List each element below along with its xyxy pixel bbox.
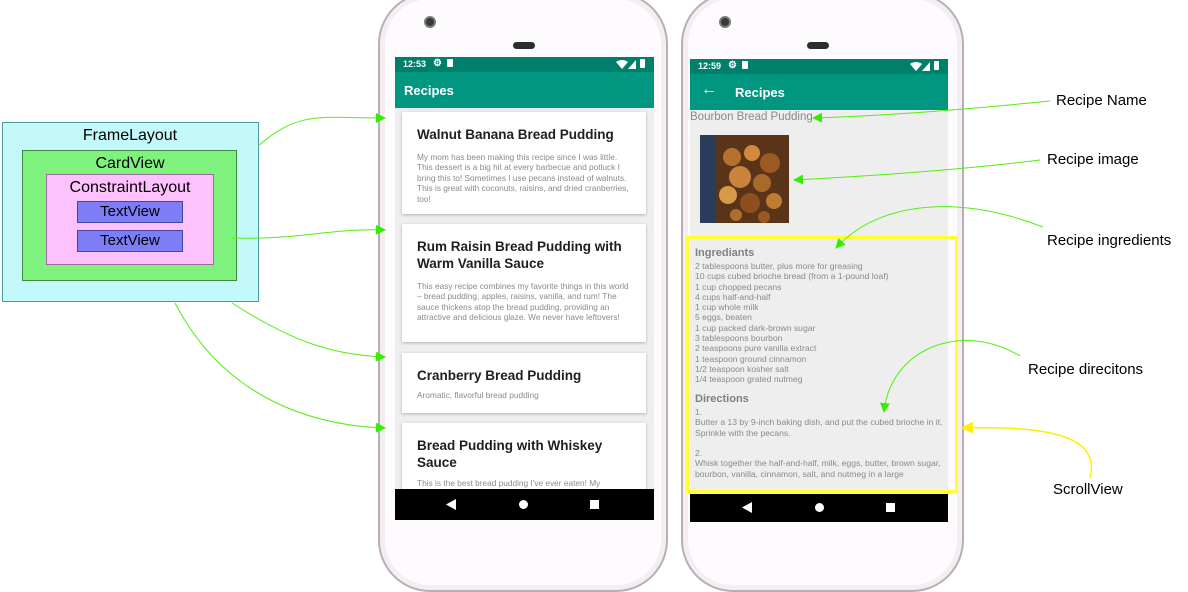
arrow-frame-to-card4 — [174, 302, 386, 433]
arrow-frame-to-card1 — [257, 112, 386, 147]
annotation-arrows — [174, 100, 1093, 479]
arrow-recipe-image — [793, 159, 1041, 185]
arrow-card-to-card3 — [231, 302, 386, 362]
arrow-recipe-ingredients — [835, 206, 1044, 249]
arrow-recipe-name — [812, 100, 1051, 123]
arrow-scroll-view — [961, 421, 1093, 479]
arrow-recipe-directions — [879, 340, 1021, 413]
arrow-textview-to-card2 — [231, 224, 386, 239]
